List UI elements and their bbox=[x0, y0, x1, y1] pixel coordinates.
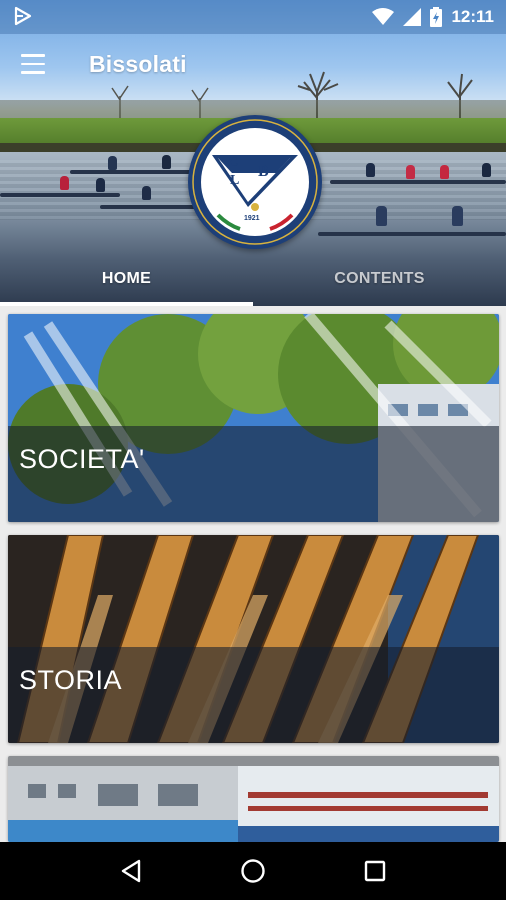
tab-home[interactable]: HOME bbox=[0, 252, 253, 306]
logo-year: 1921 bbox=[244, 215, 260, 222]
kayak bbox=[0, 193, 120, 197]
card-storia[interactable]: STORIA bbox=[8, 535, 499, 743]
system-navigation-bar bbox=[0, 842, 506, 900]
paddler bbox=[440, 165, 449, 179]
paddler bbox=[376, 206, 387, 226]
paddler bbox=[60, 176, 69, 190]
header-hero-image: 12:11 Bissolati C L B 1921 HOME CONTENTS bbox=[0, 0, 506, 306]
play-store-notification-icon bbox=[14, 6, 32, 26]
paddler bbox=[366, 163, 375, 177]
paddler bbox=[452, 206, 463, 226]
card-label: STORIA bbox=[19, 665, 123, 695]
tab-contents[interactable]: CONTENTS bbox=[253, 252, 506, 306]
paddler bbox=[108, 156, 117, 170]
wifi-icon bbox=[372, 8, 395, 25]
page-title: Bissolati bbox=[89, 51, 187, 77]
paddler bbox=[406, 165, 415, 179]
club-logo: C L B 1921 bbox=[188, 115, 322, 249]
battery-charging-icon bbox=[430, 7, 443, 27]
app-root: 12:11 Bissolati C L B 1921 HOME CONTENTS… bbox=[0, 0, 506, 900]
kayak bbox=[330, 180, 506, 184]
logo-letter: C bbox=[228, 155, 239, 170]
paddler bbox=[482, 163, 491, 177]
card-label: SOCIETA' bbox=[19, 444, 145, 474]
hamburger-menu-icon[interactable] bbox=[21, 54, 47, 76]
kayak bbox=[318, 232, 506, 236]
card-societa[interactable]: SOCIETA' bbox=[8, 314, 499, 522]
status-bar: 12:11 bbox=[0, 0, 506, 34]
recents-square-icon[interactable] bbox=[355, 851, 395, 891]
paddler bbox=[96, 178, 105, 192]
content-list: SOCIETA' STORIA bbox=[0, 306, 506, 842]
status-time: 12:11 bbox=[451, 7, 494, 26]
kayak bbox=[70, 170, 200, 174]
cellular-signal-icon bbox=[403, 8, 422, 26]
logo-letter: L bbox=[230, 173, 240, 188]
logo-emblem bbox=[192, 119, 318, 245]
logo-letter: B bbox=[258, 163, 269, 180]
status-icons: 12:11 bbox=[372, 0, 494, 34]
tab-bar: HOME CONTENTS bbox=[0, 252, 506, 306]
paddler bbox=[162, 155, 171, 169]
paddler bbox=[142, 186, 151, 200]
home-circle-icon[interactable] bbox=[233, 851, 273, 891]
card-image-gym bbox=[8, 756, 499, 842]
card-sede[interactable] bbox=[8, 756, 499, 842]
back-icon[interactable] bbox=[111, 851, 151, 891]
